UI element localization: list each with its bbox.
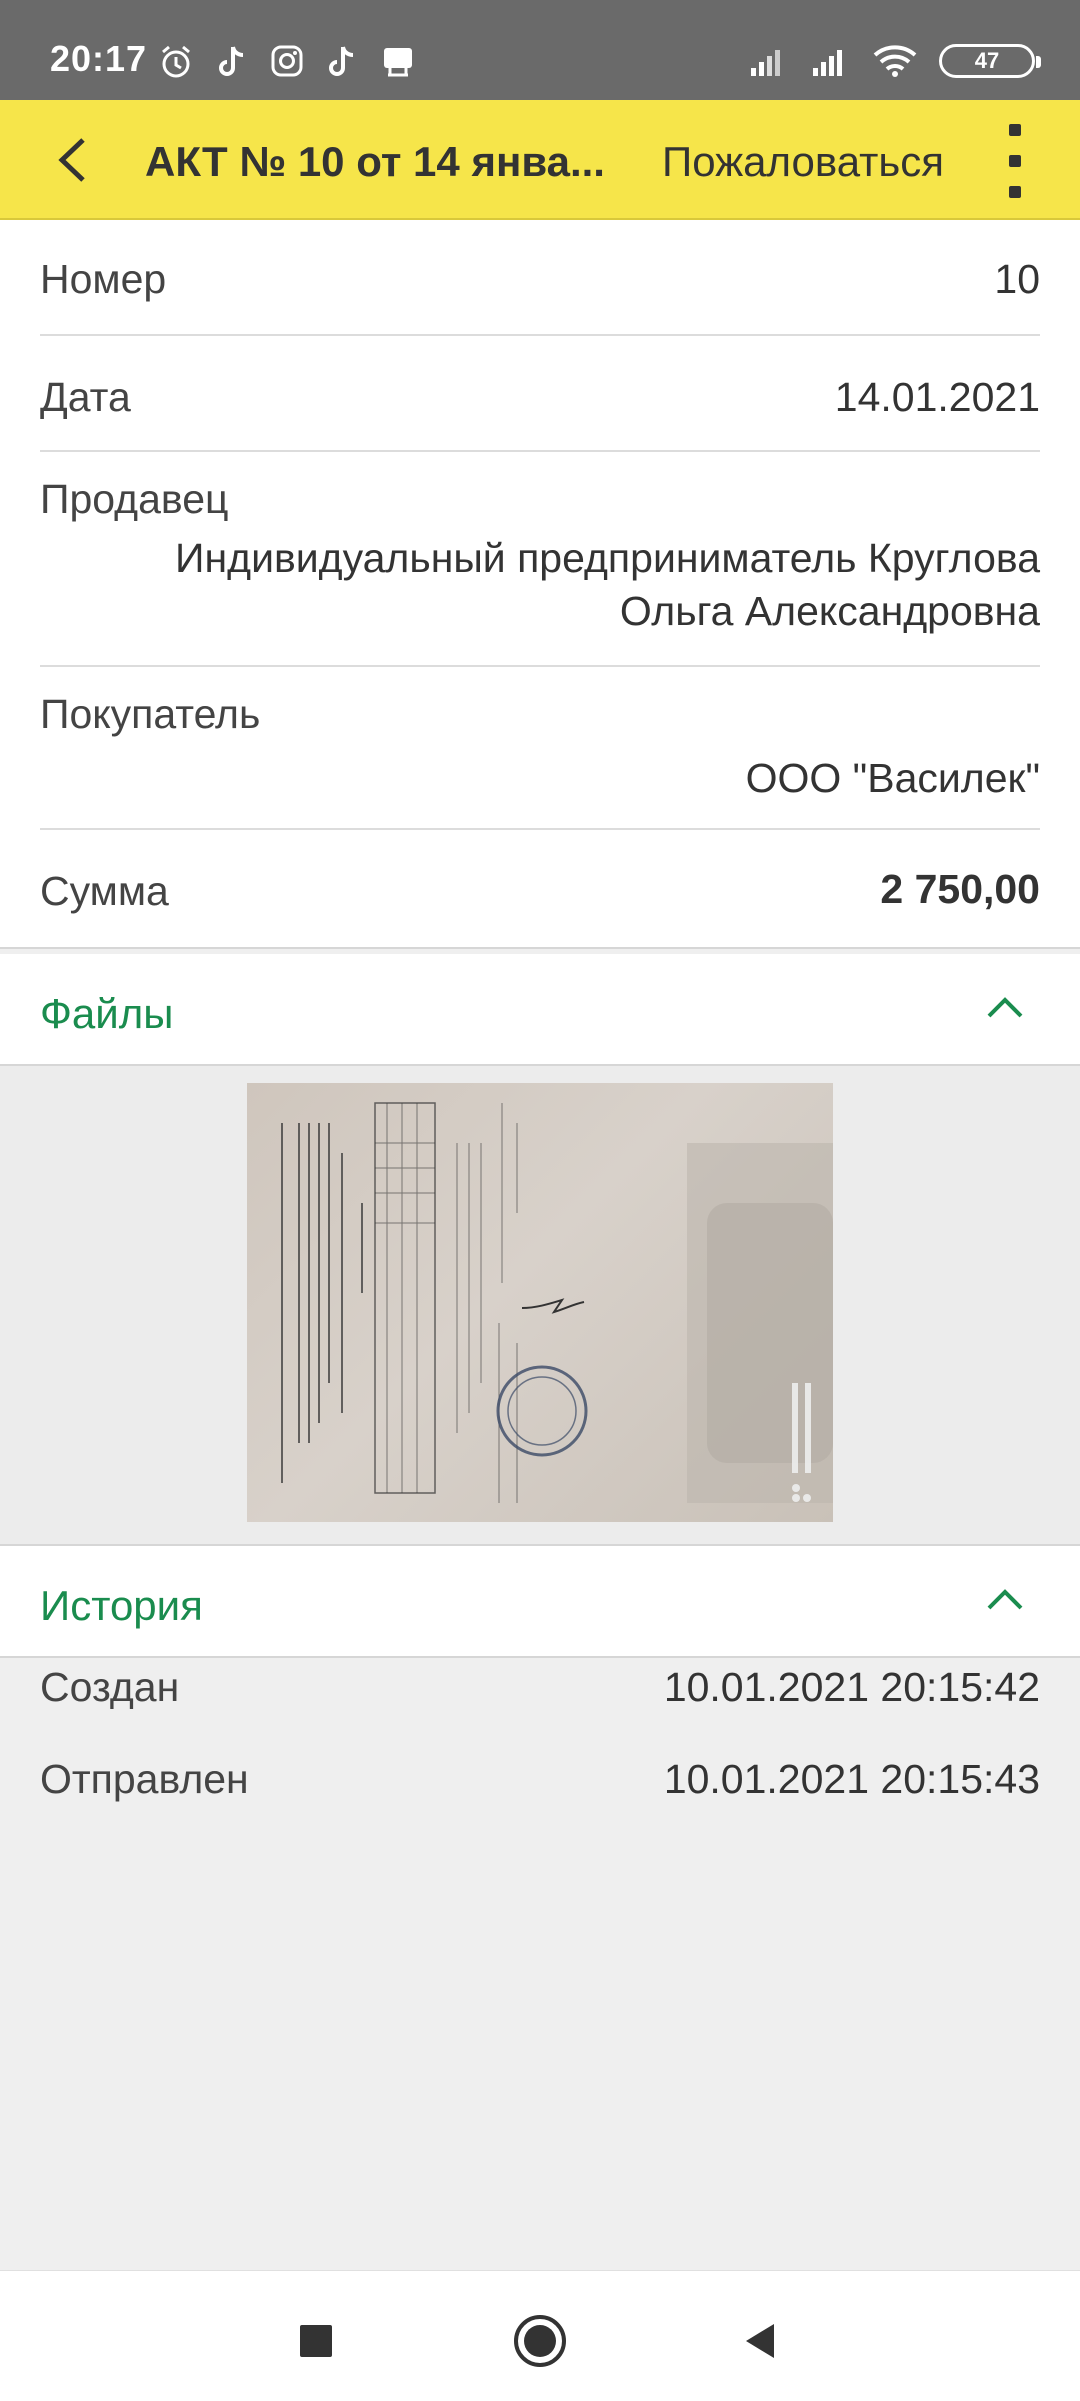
history-event-time: 10.01.2021 20:15:42 [663,1664,1040,1710]
home-circle-icon [514,2315,566,2367]
document-thumbnail[interactable] [247,1083,833,1522]
history-event-time: 10.01.2021 20:15:43 [663,1756,1040,1802]
system-indicators: 47 [749,44,1041,78]
recent-apps-button[interactable] [286,2311,346,2371]
app-notification-icon [384,48,412,77]
sum-row: Сумма 2 750,00 [40,830,1040,947]
more-menu-button[interactable] [995,124,1035,198]
seller-row: Продавец Индивидуальный предприниматель … [40,452,1040,667]
files-section-title: Файлы [40,990,174,1037]
seller-name-line: Ольга Александровна [619,588,1040,634]
notification-icons [158,44,416,80]
status-bar: 20:17 47 [0,0,1080,100]
chevron-up-icon [987,1589,1023,1610]
buyer-value: ООО "Василек" [745,755,1040,801]
chevron-up-icon [987,997,1023,1018]
alarm-icon [162,45,190,78]
triangle-back-icon [746,2324,774,2358]
app-bar: АКТ № 10 от 14 янва... Пожаловаться [0,100,1080,220]
divider [0,947,1080,949]
history-list: Создан 10.01.2021 20:15:42 Отправлен 10.… [0,1658,1080,2270]
more-dot-icon [1009,124,1021,136]
sum-label: Сумма [40,868,169,914]
battery-indicator: 47 [939,44,1041,78]
document-photo-icon [281,1102,833,1503]
history-item: Отправлен 10.01.2021 20:15:43 [40,1756,1040,1816]
battery-level: 47 [974,48,1000,73]
history-section-title: История [40,1582,203,1629]
tiktok-icon [219,46,244,76]
buyer-label: Покупатель [40,691,261,737]
history-section-header[interactable]: История [0,1546,1080,1656]
home-button[interactable] [510,2311,570,2371]
date-label: Дата [40,374,131,420]
date-row: Дата 14.01.2021 [40,336,1040,452]
square-icon [300,2325,332,2357]
more-dot-icon [1009,186,1021,198]
history-event-label: Отправлен [40,1756,249,1802]
signal-icon [751,50,780,76]
number-value: 10 [994,256,1040,302]
number-label: Номер [40,256,167,302]
status-time: 20:17 [50,38,148,79]
signal-icon [813,50,842,76]
complain-button[interactable]: Пожаловаться [662,138,944,186]
back-button[interactable] [44,130,100,190]
wifi-icon [873,45,917,77]
buyer-row: Покупатель ООО "Василек" [40,667,1040,830]
date-value: 14.01.2021 [834,374,1040,420]
files-section-header[interactable]: Файлы [0,954,1080,1064]
sum-value: 2 750,00 [880,866,1040,912]
more-dot-icon [1009,155,1021,167]
files-area [0,1066,1080,1544]
seller-label: Продавец [40,476,229,522]
back-arrow-icon [58,138,85,182]
number-row: Номер 10 [40,220,1040,336]
history-event-label: Создан [40,1664,180,1710]
back-nav-button[interactable] [730,2311,790,2371]
page-title: АКТ № 10 от 14 янва... [145,138,605,185]
tiktok-icon [329,46,354,76]
document-details: Номер 10 Дата 14.01.2021 Продавец Индиви… [0,220,1080,947]
seller-value: Индивидуальный предприниматель Круглова … [175,532,1040,638]
seller-name-line: Индивидуальный предприниматель Круглова [175,535,1040,581]
instagram-icon [271,45,303,77]
history-item: Создан 10.01.2021 20:15:42 [40,1664,1040,1724]
system-navigation-bar [0,2270,1080,2401]
